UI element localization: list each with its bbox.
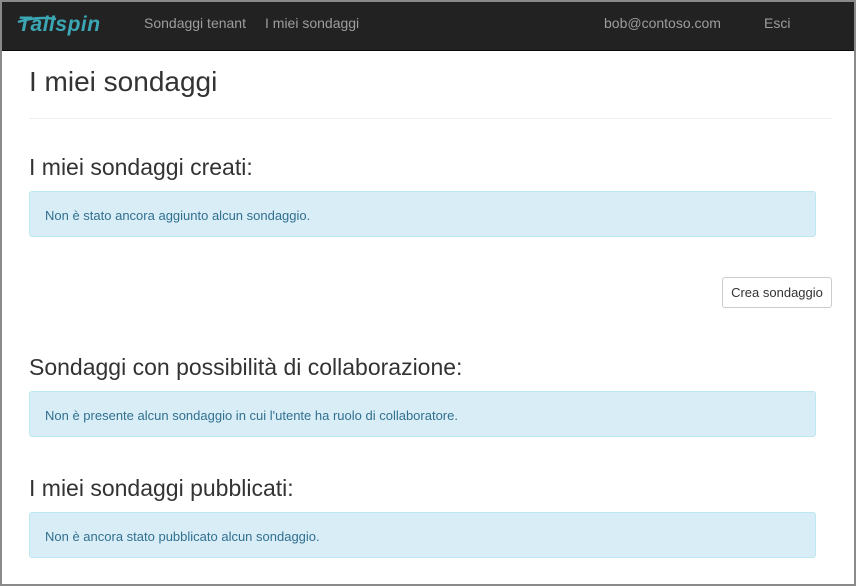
alert-text: Non è stato ancora aggiunto alcun sondag… (45, 208, 311, 223)
section-title-published: I miei sondaggi pubblicati: (29, 475, 294, 501)
navbar: Tailspin Sondaggi tenant I miei sondaggi… (2, 2, 854, 51)
alert-no-published-surveys: Non è ancora stato pubblicato alcun sond… (29, 512, 816, 558)
nav-link-tenant-surveys[interactable]: Sondaggi tenant (144, 15, 246, 31)
brand-logo[interactable]: Tailspin (16, 10, 116, 40)
section-title-collaboration: Sondaggi con possibilità di collaborazio… (29, 354, 463, 380)
page-header: I miei sondaggi (29, 50, 832, 119)
alert-no-created-surveys: Non è stato ancora aggiunto alcun sondag… (29, 191, 816, 237)
nav-logout[interactable]: Esci (764, 15, 790, 31)
alert-text: Non è presente alcun sondaggio in cui l'… (45, 408, 458, 423)
section-title-created: I miei sondaggi creati: (29, 154, 253, 180)
alert-text: Non è ancora stato pubblicato alcun sond… (45, 529, 320, 544)
create-survey-button[interactable]: Crea sondaggio (722, 277, 832, 308)
nav-user-email[interactable]: bob@contoso.com (604, 15, 721, 31)
alert-no-collaboration-surveys: Non è presente alcun sondaggio in cui l'… (29, 391, 816, 437)
brand-text: Tailspin (18, 13, 101, 36)
page-title: I miei sondaggi (29, 66, 218, 97)
nav-link-my-surveys[interactable]: I miei sondaggi (265, 15, 359, 31)
browser-frame: Tailspin Sondaggi tenant I miei sondaggi… (0, 0, 856, 586)
